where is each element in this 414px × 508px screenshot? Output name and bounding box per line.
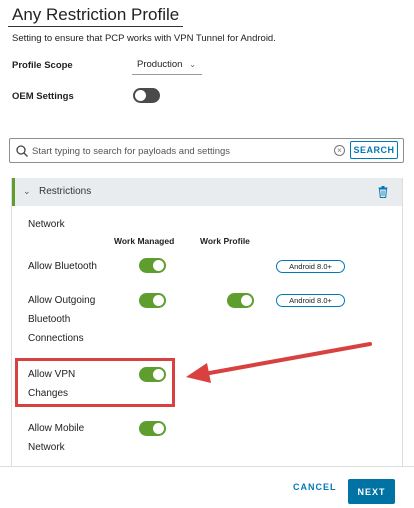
oem-settings-label: OEM Settings — [12, 91, 74, 102]
trash-icon[interactable] — [378, 186, 388, 198]
annotation-arrow — [186, 342, 372, 383]
allow-outgoing-bluetooth-label-line3: Connections — [28, 333, 84, 344]
allow-mobile-network-work-managed-toggle[interactable] — [139, 421, 166, 436]
android-version-badge: Android 8.0+ — [276, 294, 345, 307]
chevron-down-icon: ⌄ — [189, 60, 196, 69]
network-section-label: Network — [28, 219, 65, 230]
next-button[interactable]: NEXT — [348, 479, 395, 504]
search-bar: × SEARCH — [9, 138, 404, 163]
allow-mobile-network-label-line2: Network — [28, 442, 65, 453]
clear-search-icon[interactable]: × — [334, 145, 345, 156]
profile-scope-value: Production — [137, 59, 183, 70]
android-version-badge: Android 8.0+ — [276, 260, 345, 273]
cancel-button[interactable]: CANCEL — [293, 482, 337, 492]
work-managed-column-header: Work Managed — [114, 236, 175, 246]
search-input[interactable] — [32, 143, 332, 159]
profile-scope-label: Profile Scope — [12, 60, 73, 71]
page-title: Any Restriction Profile — [8, 3, 183, 27]
page-description: Setting to ensure that PCP works with VP… — [12, 33, 276, 44]
search-icon — [16, 145, 28, 157]
allow-outgoing-bluetooth-work-managed-toggle[interactable] — [139, 293, 166, 308]
allow-outgoing-bluetooth-work-profile-toggle[interactable] — [227, 293, 254, 308]
allow-bluetooth-label: Allow Bluetooth — [28, 261, 97, 272]
work-profile-column-header: Work Profile — [200, 236, 250, 246]
oem-settings-toggle[interactable] — [133, 88, 160, 103]
search-button[interactable]: SEARCH — [350, 141, 398, 159]
restrictions-header[interactable]: ⌄ Restrictions — [12, 178, 402, 206]
chevron-down-icon[interactable]: ⌄ — [23, 186, 31, 197]
allow-outgoing-bluetooth-label-line2: Bluetooth — [28, 314, 71, 325]
allow-mobile-network-label-line1: Allow Mobile — [28, 423, 85, 434]
restrictions-header-label: Restrictions — [39, 186, 92, 197]
highlight-box — [15, 358, 175, 407]
allow-outgoing-bluetooth-label-line1: Allow Outgoing — [28, 295, 96, 306]
allow-bluetooth-work-managed-toggle[interactable] — [139, 258, 166, 273]
profile-scope-select[interactable]: Production ⌄ — [132, 57, 202, 75]
footer-bar: CANCEL NEXT — [0, 466, 414, 508]
